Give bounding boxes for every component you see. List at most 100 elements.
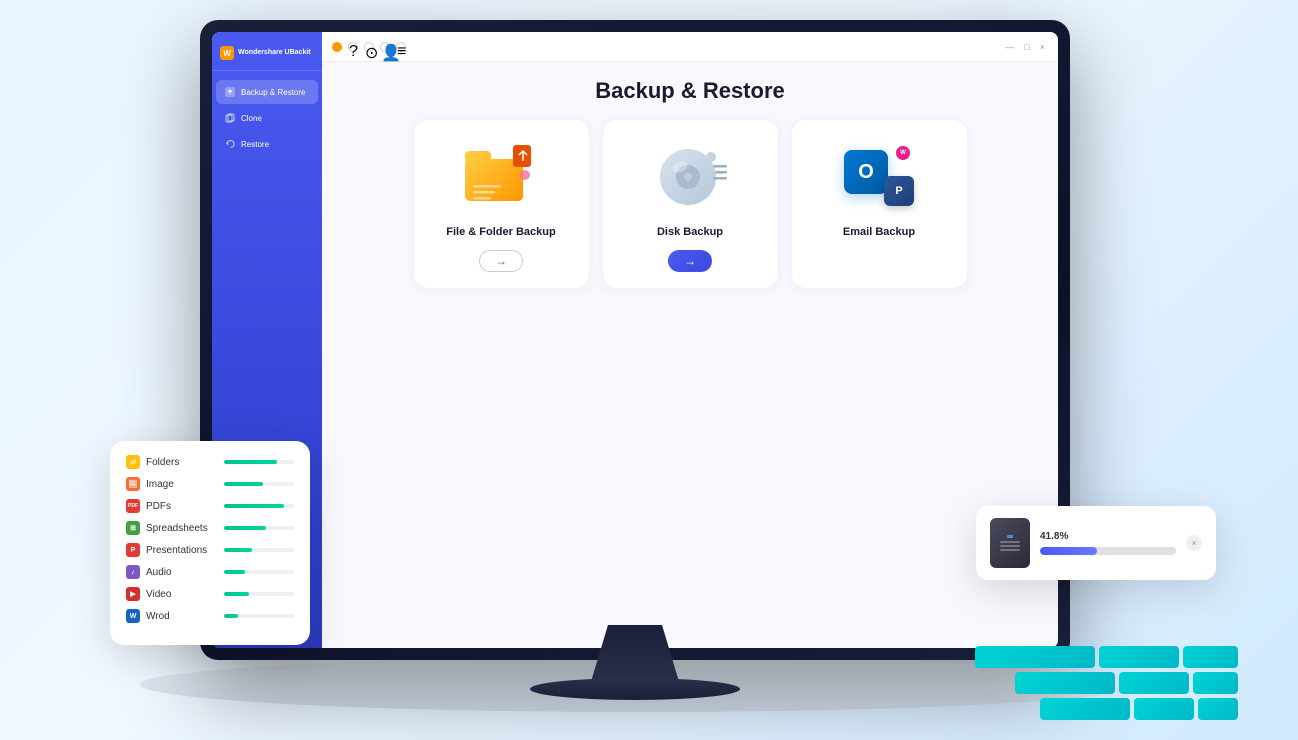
file-type-fill-presentations — [224, 548, 252, 552]
progress-percent: 41.8% — [1040, 531, 1176, 542]
file-type-row: ▶ Video — [126, 587, 294, 601]
file-type-info: ▶ Video — [126, 587, 171, 601]
teal-block — [1193, 672, 1238, 694]
backup-restore-icon — [224, 86, 236, 98]
file-type-fill-audio — [224, 570, 245, 574]
file-type-row: PDF PDFs — [126, 499, 294, 513]
word-icon: P — [884, 176, 914, 206]
file-type-icon-folders: 📁 — [126, 455, 140, 469]
file-type-row: 📁 Folders — [126, 455, 294, 469]
outlook-icon: O — [844, 150, 888, 194]
monitor-base — [530, 678, 740, 700]
close-button[interactable]: × — [1037, 40, 1048, 54]
monitor-frame: W Wondershare UBackit Backup & Restore — [200, 20, 1070, 660]
disk-btn[interactable]: → — [668, 250, 712, 272]
file-folder-icon-area — [461, 136, 541, 216]
file-type-info: ♪ Audio — [126, 565, 172, 579]
menu-icon[interactable]: ≡ — [396, 42, 406, 52]
file-type-icon-pdfs: PDF — [126, 499, 140, 513]
file-type-info: PDF PDFs — [126, 499, 171, 513]
sidebar-item-clone[interactable]: Clone — [216, 106, 318, 130]
progress-info: 41.8% — [1040, 531, 1176, 555]
hdd-light — [1007, 535, 1013, 538]
progress-panel: 41.8% × — [976, 506, 1216, 580]
disk-label: Disk Backup — [657, 226, 723, 238]
email-card: O P W Email Backup — [792, 120, 967, 288]
sidebar-item-clone-label: Clone — [241, 114, 262, 123]
settings-icon[interactable]: ⊙ — [364, 42, 374, 52]
teal-block — [1183, 646, 1238, 668]
title-bar: ? ⊙ 👤 ≡ — □ × — [322, 32, 1058, 62]
logo-icon: W — [220, 46, 234, 60]
hdd-lines — [1000, 541, 1020, 551]
file-type-name-image: Image — [146, 479, 174, 490]
file-type-progress-word — [224, 614, 294, 618]
notification-badge — [332, 42, 342, 52]
backup-cards-row: File & Folder Backup → — [342, 120, 1038, 288]
file-type-info: 🖼 Image — [126, 477, 174, 491]
file-type-row: W Wrod — [126, 609, 294, 623]
restore-icon — [224, 138, 236, 150]
file-type-fill-folders — [224, 460, 277, 464]
file-types-panel: 📁 Folders 🖼 Image PDF PDFs — [110, 441, 310, 645]
teal-block — [1198, 698, 1238, 720]
progress-fill — [1040, 547, 1097, 555]
file-type-icon-spreadsheets: ⊞ — [126, 521, 140, 535]
file-type-fill-pdfs — [224, 504, 284, 508]
file-type-row: ♪ Audio — [126, 565, 294, 579]
account-icon[interactable]: 👤 — [380, 42, 390, 52]
email-icons-wrap: O P W — [844, 146, 914, 206]
email-label: Email Backup — [843, 226, 915, 238]
teal-block — [1099, 646, 1179, 668]
sidebar-item-backup-restore[interactable]: Backup & Restore — [216, 80, 318, 104]
window-controls: — □ × — [1002, 40, 1048, 54]
file-type-icon-presentations: P — [126, 543, 140, 557]
file-type-icon-video: ▶ — [126, 587, 140, 601]
file-type-icon-word: W — [126, 609, 140, 623]
file-folder-btn[interactable]: → — [479, 250, 523, 272]
file-type-progress-pdfs — [224, 504, 294, 508]
file-type-name-folders: Folders — [146, 457, 179, 468]
page-title: Backup & Restore — [342, 78, 1038, 104]
teal-block — [975, 646, 1095, 668]
file-type-progress-folders — [224, 460, 294, 464]
file-type-progress-spreadsheets — [224, 526, 294, 530]
file-type-fill-spreadsheets — [224, 526, 266, 530]
file-type-row: 🖼 Image — [126, 477, 294, 491]
title-bar-icons: ? ⊙ 👤 ≡ — [332, 42, 406, 52]
sidebar-item-restore[interactable]: Restore — [216, 132, 318, 156]
progress-track — [1040, 547, 1176, 555]
file-folder-label: File & Folder Backup — [446, 226, 555, 238]
file-type-progress-video — [224, 592, 294, 596]
minimize-button[interactable]: — — [1002, 40, 1017, 54]
file-type-name-word: Wrod — [146, 611, 170, 622]
monitor-screen: W Wondershare UBackit Backup & Restore — [212, 32, 1058, 648]
sidebar-logo: W Wondershare UBackit — [212, 40, 322, 71]
file-folder-card: File & Folder Backup → — [414, 120, 589, 288]
file-type-icon-image: 🖼 — [126, 477, 140, 491]
teal-block-row-2 — [975, 672, 1238, 694]
file-type-info: W Wrod — [126, 609, 170, 623]
file-type-fill-image — [224, 482, 263, 486]
help-icon[interactable]: ? — [348, 42, 358, 52]
app-name: Wondershare UBackit — [238, 49, 311, 57]
file-type-row: ⊞ Spreadsheets — [126, 521, 294, 535]
file-type-row: P Presentations — [126, 543, 294, 557]
file-type-info: P Presentations — [126, 543, 207, 557]
folder-svg-icon — [461, 141, 541, 211]
sidebar-item-backup-restore-label: Backup & Restore — [241, 88, 305, 97]
file-type-progress-presentations — [224, 548, 294, 552]
file-type-name-presentations: Presentations — [146, 545, 207, 556]
maximize-button[interactable]: □ — [1021, 40, 1032, 54]
disk-svg-icon — [653, 139, 728, 214]
teal-block — [1119, 672, 1189, 694]
file-type-info: 📁 Folders — [126, 455, 179, 469]
clone-icon — [224, 112, 236, 124]
file-type-progress-image — [224, 482, 294, 486]
teal-block — [1040, 698, 1130, 720]
progress-close-button[interactable]: × — [1186, 535, 1202, 551]
file-type-name-video: Video — [146, 589, 171, 600]
main-content: ? ⊙ 👤 ≡ — □ × Backup & Restore — [322, 32, 1058, 648]
disk-card: Disk Backup → — [603, 120, 778, 288]
file-type-fill-video — [224, 592, 249, 596]
